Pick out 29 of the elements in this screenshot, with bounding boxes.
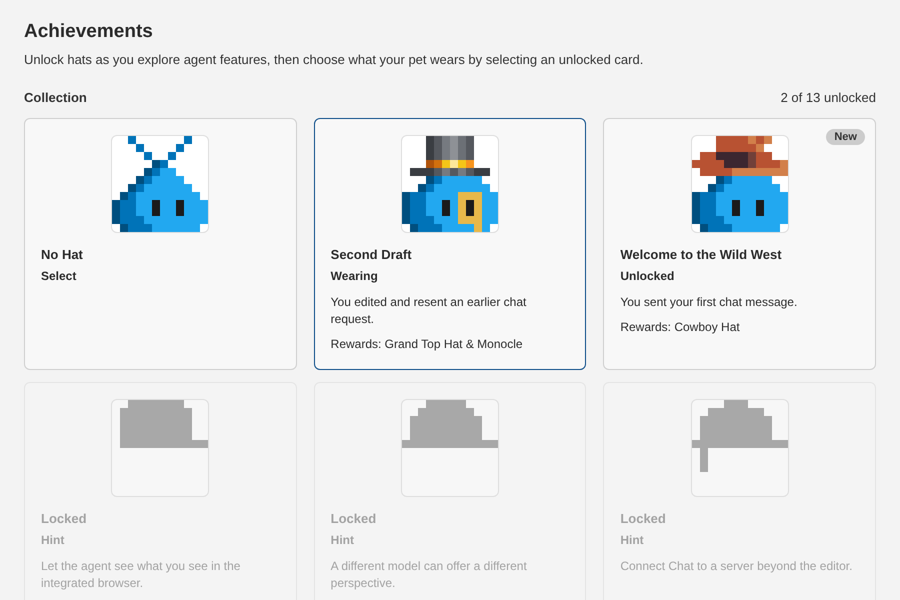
card-status: Hint	[41, 532, 66, 548]
card-status: Select	[41, 268, 78, 284]
card-description: You sent your first chat message.	[620, 294, 798, 310]
card-status: Wearing	[330, 268, 379, 284]
card-title: Locked	[41, 510, 88, 528]
achievement-card[interactable]: No Hat Select	[24, 118, 297, 370]
hat-silhouette-icon	[402, 400, 498, 448]
achievement-card[interactable]: New Welcome to the Wild West Unlocked You sent your first chat message. Rewards: Cowboy Hat	[603, 118, 876, 370]
card-description: Let the agent see what you see in the integrated browser.	[41, 558, 242, 592]
card-status: Hint	[620, 532, 645, 548]
hat-silhouette-icon	[692, 400, 788, 472]
card-rewards: Rewards: Grand Top Hat & Monocle	[330, 336, 524, 352]
page-title: Achievements	[24, 20, 154, 44]
card-description: You edited and resent an earlier chat request.	[330, 294, 528, 328]
achievement-card[interactable]: Second Draft Wearing You edited and resent an earlier chat request. Rewards: Grand Top Hat & Monocle	[314, 118, 586, 370]
section-title: Collection	[24, 89, 87, 107]
unlocked-count: 2 of 13 unlocked	[780, 89, 876, 107]
card-title: No Hat	[41, 246, 84, 264]
new-badge: New	[826, 128, 865, 144]
card-title: Second Draft	[330, 246, 413, 264]
card-description: Connect Chat to a server beyond the editor.	[620, 558, 854, 574]
card-title: Welcome to the Wild West	[620, 246, 783, 264]
card-title: Locked	[620, 510, 667, 528]
card-title: Locked	[330, 510, 378, 528]
card-description: A different model can offer a different perspective.	[330, 558, 528, 592]
card-rewards: Rewards: Cowboy Hat	[620, 318, 741, 336]
card-status: Hint	[330, 532, 355, 548]
page-subtitle: Unlock hats as you explore agent features, then choose what your pet wears by selecting an unlocked card.	[24, 51, 644, 69]
card-status: Unlocked	[620, 268, 676, 284]
